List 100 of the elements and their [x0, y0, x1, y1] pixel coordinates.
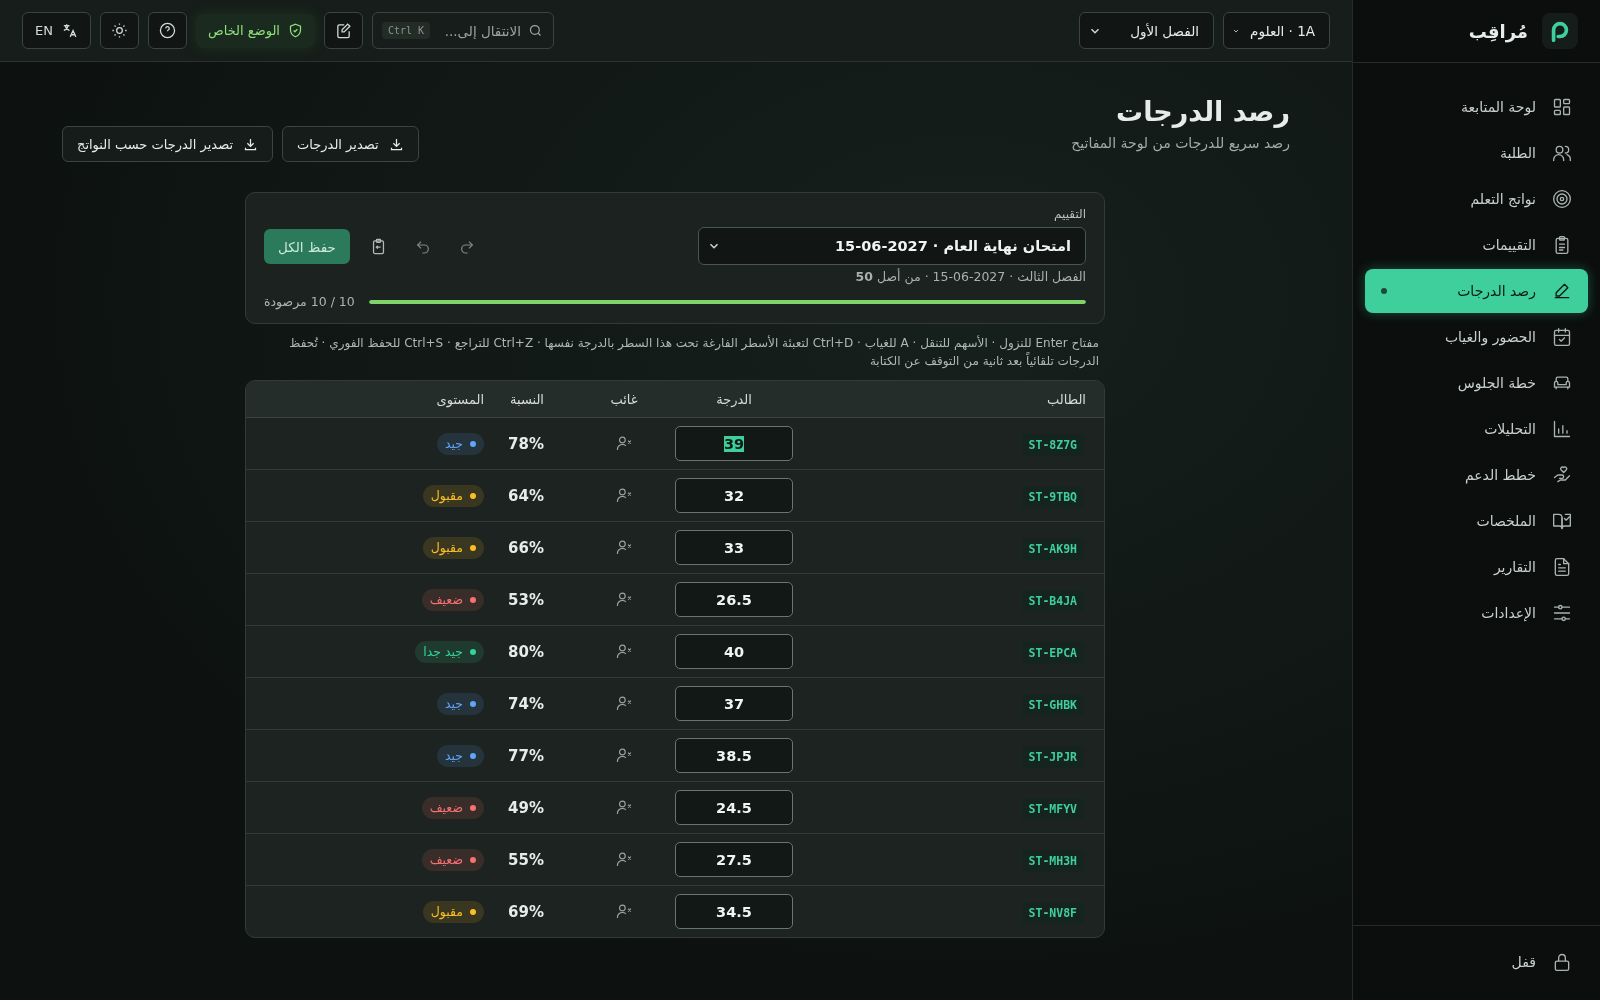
notepad-pen-icon — [335, 22, 352, 39]
sidebar-item[interactable]: لوحة المتابعة — [1365, 85, 1588, 129]
private-mode-badge[interactable]: الوضع الخاص — [195, 13, 315, 48]
class-select[interactable]: 1A · العلوم — [1223, 12, 1330, 49]
grid-icon — [1552, 97, 1572, 117]
grade-input[interactable]: 40 — [675, 634, 793, 669]
app-name: مُراقِب — [1468, 20, 1528, 42]
user-x-icon — [615, 539, 633, 556]
column-header: غائب — [609, 391, 639, 407]
level-badge: جيد — [436, 432, 484, 455]
grade-input[interactable]: 38.5 — [675, 738, 793, 773]
level-badge: جيد — [436, 744, 484, 767]
grade-input[interactable]: 26.5 — [675, 582, 793, 617]
download-icon — [243, 136, 259, 152]
keyboard-hint: مفتاح Enter للنزول · الأسهم للتنقل · A للغياب · Ctrl+D لتعبئة الأسطر الفارغة تحت هذا السطر بالدرجة نفسها · Ctrl+Z للتراجع · Ctrl+S للحفظ الفوري · تُحفظ الدرجات تلقائياً بعد ثانية من التوقف عن الكتابة — [288, 334, 1100, 370]
student-id: ST-EPCA — [1021, 642, 1084, 664]
sidebar-item[interactable]: رصد الدرجات — [1365, 269, 1588, 313]
percent-value: 55% — [508, 851, 544, 869]
help-button[interactable] — [147, 12, 187, 49]
user-x-icon — [615, 591, 633, 608]
document-icon — [1552, 557, 1572, 577]
field-label: التقييم — [1053, 207, 1086, 221]
column-header: الدرجة — [715, 391, 753, 407]
sidebar-item[interactable]: الإعدادات — [1365, 591, 1588, 635]
page-title: رصد الدرجات — [1115, 96, 1290, 127]
shield-check-icon — [288, 23, 303, 38]
people-icon — [1552, 143, 1572, 163]
sidebar-item[interactable]: الحضور والغياب — [1365, 315, 1588, 359]
sidebar-item[interactable]: الطلبة — [1365, 131, 1588, 175]
student-id: ST-NV8F — [1021, 902, 1084, 924]
progress-reading: 10 / 10 مرصودة — [264, 294, 355, 309]
calendar-check-icon — [1552, 327, 1572, 347]
percent-value: 69% — [508, 903, 544, 921]
level-badge: جيد — [436, 692, 484, 715]
download-icon — [388, 136, 404, 152]
sidebar-item[interactable]: الملخصات — [1365, 499, 1588, 543]
sidebar-item[interactable]: التقارير — [1365, 545, 1588, 589]
user-x-icon — [615, 747, 633, 764]
grade-input[interactable]: 39 — [675, 426, 793, 461]
percent-value: 74% — [508, 695, 544, 713]
level-badge: مقبول — [422, 484, 484, 507]
level-badge: ضعيف — [421, 588, 484, 611]
notes-button[interactable] — [324, 12, 363, 49]
user-x-icon — [615, 799, 633, 816]
student-id: ST-AK9H — [1021, 538, 1084, 560]
export-button[interactable]: تصدير الدرجات حسب النواتج — [62, 126, 274, 162]
redo-icon — [458, 238, 475, 255]
sliders-icon — [1552, 603, 1572, 623]
student-id: ST-MH3H — [1021, 850, 1084, 872]
page-subtitle: رصد سريع للدرجات من لوحة المفاتيح — [1071, 135, 1290, 151]
grade-input[interactable]: 24.5 — [675, 790, 793, 825]
level-badge: جيد جدا — [415, 640, 484, 663]
bar-chart-icon — [1552, 419, 1572, 439]
student-id: ST-9TBQ — [1021, 486, 1084, 508]
sidebar-item[interactable]: التحليلات — [1365, 407, 1588, 451]
percent-value: 77% — [508, 747, 544, 765]
sidebar-item[interactable]: خطط الدعم — [1365, 453, 1588, 497]
grade-input[interactable]: 32 — [675, 478, 793, 513]
sidebar-item[interactable]: نواتج التعلم — [1365, 177, 1588, 221]
grade-input[interactable]: 27.5 — [675, 842, 793, 877]
grade-input[interactable]: 33 — [675, 530, 793, 565]
student-id: ST-B4JA — [1021, 590, 1084, 612]
student-id: ST-GHBK — [1021, 694, 1084, 716]
user-x-icon — [615, 435, 633, 452]
user-x-icon — [615, 487, 633, 504]
level-badge: مقبول — [422, 900, 484, 923]
logo-icon — [1542, 13, 1578, 49]
user-x-icon — [615, 851, 633, 868]
column-header: النسبة — [509, 391, 545, 407]
percent-value: 53% — [508, 591, 544, 609]
assessment-select[interactable]: امتحان نهاية العام · 2027-06-15 — [698, 227, 1086, 265]
grade-input[interactable]: 34.5 — [675, 894, 793, 929]
book-check-icon — [1552, 511, 1572, 531]
export-button[interactable]: تصدير الدرجات — [282, 126, 419, 162]
undo-icon — [414, 238, 431, 255]
save-all-button[interactable]: حفظ الكل — [264, 229, 350, 264]
pencil-icon — [1552, 281, 1572, 301]
theme-button[interactable] — [99, 12, 139, 49]
language-button[interactable]: EN — [22, 12, 91, 49]
hand-heart-icon — [1552, 465, 1572, 485]
user-x-icon — [615, 643, 633, 660]
level-badge: ضعيف — [421, 848, 484, 871]
student-id: ST-8Z7G — [1021, 434, 1084, 456]
student-id: ST-JPJR — [1021, 746, 1084, 768]
user-x-icon — [615, 903, 633, 920]
percent-value: 66% — [508, 539, 544, 557]
shortcut-key: Ctrl K — [382, 22, 431, 39]
lock-button[interactable]: قفل — [1495, 940, 1588, 984]
percent-value: 64% — [508, 487, 544, 505]
sidebar-item[interactable]: خطة الجلوس — [1365, 361, 1588, 405]
term-select[interactable]: الفصل الأول — [1079, 12, 1214, 49]
column-header: الطالب — [1046, 391, 1087, 407]
grade-input[interactable]: 37 — [675, 686, 793, 721]
target-icon — [1552, 189, 1572, 209]
active-dot-icon — [1381, 288, 1387, 294]
student-id: ST-MFYV — [1021, 798, 1084, 820]
sidebar-item[interactable]: التقييمات — [1365, 223, 1588, 267]
percent-value: 49% — [508, 799, 544, 817]
percent-value: 78% — [508, 435, 544, 453]
column-header: المستوى — [435, 391, 485, 407]
